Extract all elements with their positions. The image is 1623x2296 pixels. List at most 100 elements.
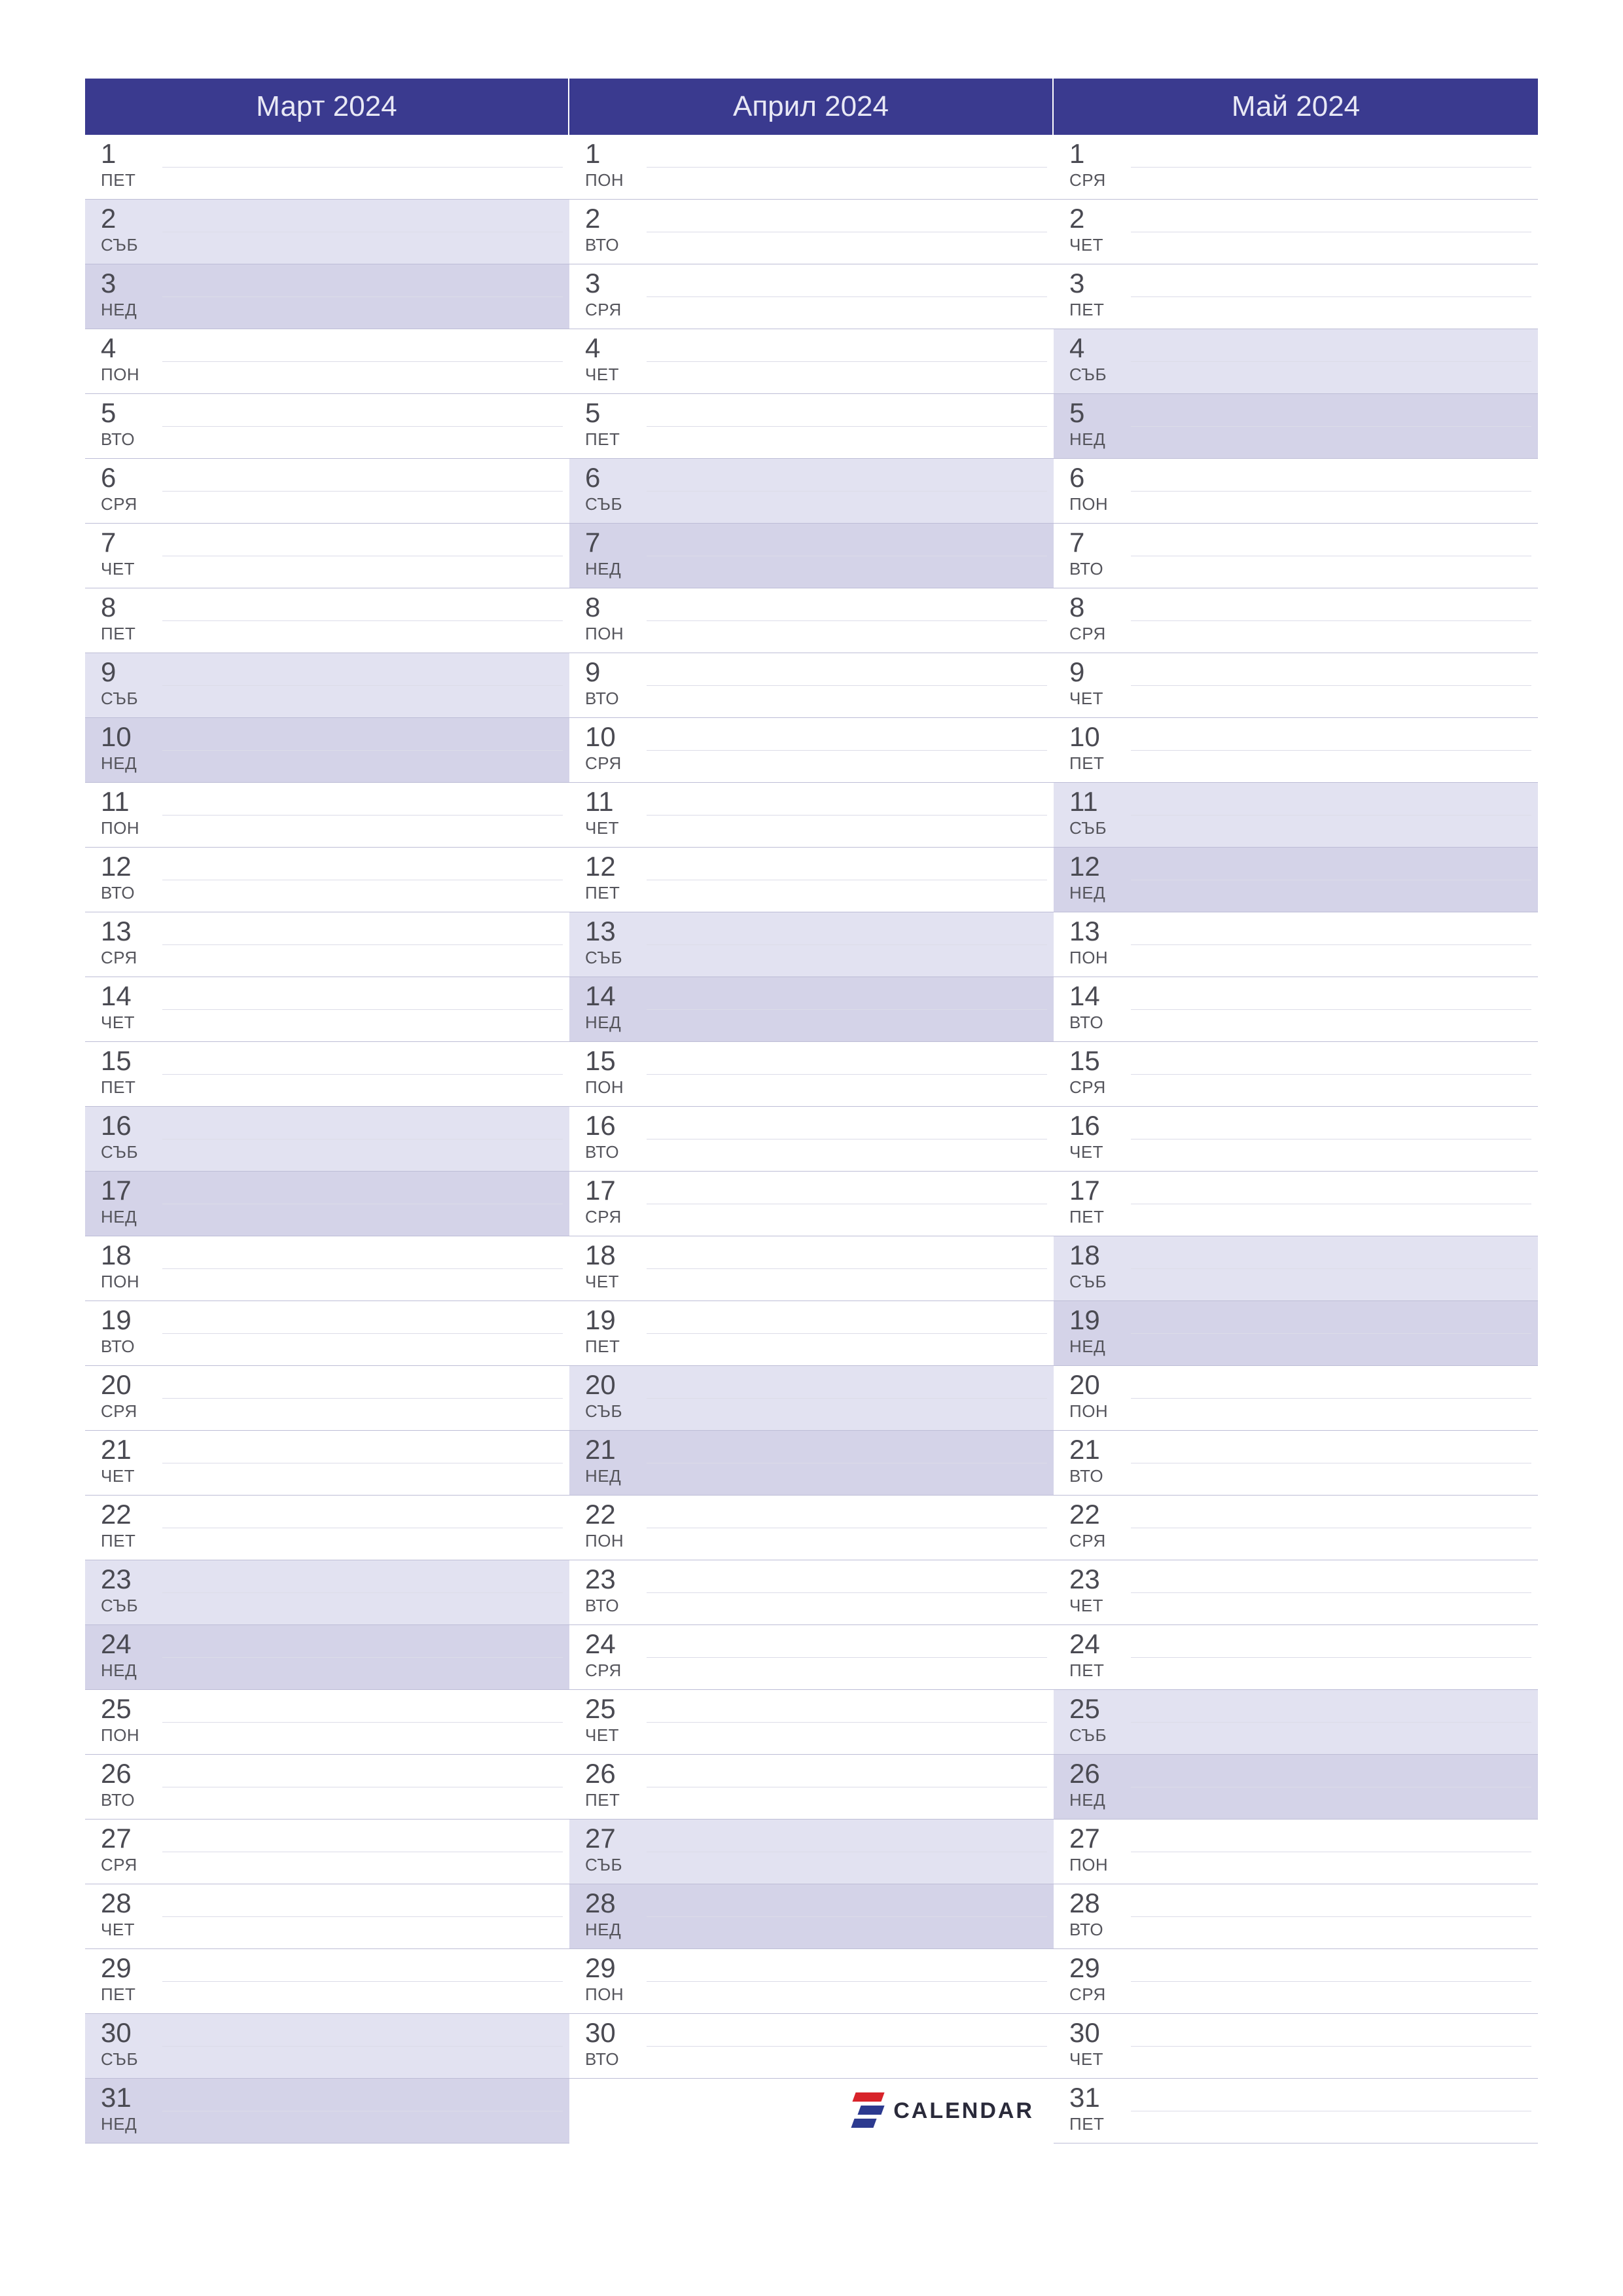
day-cell: 31НЕД bbox=[85, 2079, 569, 2144]
day-number: 28 bbox=[1069, 1890, 1525, 1917]
day-cell: 27СРЯ bbox=[85, 1820, 569, 1884]
day-name: ЧЕТ bbox=[1069, 689, 1525, 709]
day-cell: 16СЪБ bbox=[85, 1107, 569, 1172]
day-cell: 24СРЯ bbox=[569, 1625, 1054, 1690]
day-cell: 27ПОН bbox=[1054, 1820, 1538, 1884]
day-name: ПЕТ bbox=[585, 1336, 1041, 1357]
day-cell: 29ПОН bbox=[569, 1949, 1054, 2014]
day-cell: 25СЪБ bbox=[1054, 1690, 1538, 1755]
day-name: СРЯ bbox=[585, 300, 1041, 320]
day-number: 25 bbox=[585, 1695, 1041, 1723]
day-cell: 9ЧЕТ bbox=[1054, 653, 1538, 718]
day-cell: 7ЧЕТ bbox=[85, 524, 569, 588]
day-cell: 4ЧЕТ bbox=[569, 329, 1054, 394]
day-cell: 19НЕД bbox=[1054, 1301, 1538, 1366]
calendar-grid: Март 20241ПЕТ2СЪБ3НЕД4ПОН5ВТО6СРЯ7ЧЕТ8ПЕ… bbox=[85, 79, 1538, 2144]
note-line bbox=[1131, 361, 1531, 362]
day-cell: 13СЪБ bbox=[569, 912, 1054, 977]
day-cell: 24ПЕТ bbox=[1054, 1625, 1538, 1690]
note-line bbox=[647, 944, 1047, 945]
day-number: 31 bbox=[101, 2084, 556, 2111]
note-line bbox=[1131, 944, 1531, 945]
day-number: 10 bbox=[1069, 723, 1525, 751]
day-number: 24 bbox=[101, 1630, 556, 1658]
day-cell: 18ЧЕТ bbox=[569, 1236, 1054, 1301]
note-line bbox=[162, 1333, 563, 1334]
day-name: ПОН bbox=[1069, 948, 1525, 968]
day-number: 28 bbox=[101, 1890, 556, 1917]
note-line bbox=[647, 296, 1047, 297]
note-line bbox=[1131, 1398, 1531, 1399]
note-line bbox=[162, 1722, 563, 1723]
day-name: ВТО bbox=[585, 689, 1041, 709]
day-number: 7 bbox=[585, 529, 1041, 556]
day-name: СЪБ bbox=[101, 689, 556, 709]
day-number: 3 bbox=[585, 270, 1041, 297]
day-cell: 5ПЕТ bbox=[569, 394, 1054, 459]
day-number: 12 bbox=[585, 853, 1041, 880]
day-cell: 26ВТО bbox=[85, 1755, 569, 1820]
day-cell: 19ПЕТ bbox=[569, 1301, 1054, 1366]
day-name: СРЯ bbox=[1069, 1077, 1525, 1098]
day-cell: 8ПЕТ bbox=[85, 588, 569, 653]
note-line bbox=[162, 620, 563, 621]
day-name: СРЯ bbox=[585, 753, 1041, 774]
day-name: ЧЕТ bbox=[101, 1920, 556, 1940]
day-number: 17 bbox=[101, 1177, 556, 1204]
day-number: 9 bbox=[101, 658, 556, 686]
note-line bbox=[162, 944, 563, 945]
day-cell: 5ВТО bbox=[85, 394, 569, 459]
day-name: ПЕТ bbox=[101, 1077, 556, 1098]
day-cell: 28НЕД bbox=[569, 1884, 1054, 1949]
day-cell: 8СРЯ bbox=[1054, 588, 1538, 653]
note-line bbox=[647, 1074, 1047, 1075]
note-line bbox=[162, 1268, 563, 1269]
day-number: 13 bbox=[585, 918, 1041, 945]
day-cell: 4ПОН bbox=[85, 329, 569, 394]
day-cell: 7ВТО bbox=[1054, 524, 1538, 588]
day-number: 15 bbox=[1069, 1047, 1525, 1075]
day-cell: 13СРЯ bbox=[85, 912, 569, 977]
seven-icon bbox=[850, 2092, 887, 2129]
note-line bbox=[162, 815, 563, 816]
day-name: ВТО bbox=[585, 2049, 1041, 2070]
day-name: ВТО bbox=[1069, 1013, 1525, 1033]
day-cell: 22ПОН bbox=[569, 1496, 1054, 1560]
day-name: СЪБ bbox=[585, 494, 1041, 514]
day-name: ВТО bbox=[585, 235, 1041, 255]
day-cell: 6СРЯ bbox=[85, 459, 569, 524]
month-column: Април 20241ПОН2ВТО3СРЯ4ЧЕТ5ПЕТ6СЪБ7НЕД8П… bbox=[569, 79, 1054, 2144]
note-line bbox=[162, 685, 563, 686]
day-number: 25 bbox=[101, 1695, 556, 1723]
day-cell: 20СРЯ bbox=[85, 1366, 569, 1431]
day-number: 3 bbox=[1069, 270, 1525, 297]
day-name: ВТО bbox=[101, 1790, 556, 1810]
day-number: 28 bbox=[585, 1890, 1041, 1917]
note-line bbox=[1131, 1981, 1531, 1982]
day-cell: 9ВТО bbox=[569, 653, 1054, 718]
day-name: ПЕТ bbox=[1069, 1660, 1525, 1681]
day-cell: 15ПОН bbox=[569, 1042, 1054, 1107]
day-name: НЕД bbox=[585, 559, 1041, 579]
day-cell: 14ВТО bbox=[1054, 977, 1538, 1042]
day-number: 29 bbox=[1069, 1954, 1525, 1982]
day-cell: 29ПЕТ bbox=[85, 1949, 569, 2014]
day-number: 19 bbox=[101, 1306, 556, 1334]
day-number: 1 bbox=[585, 140, 1041, 168]
day-number: 17 bbox=[1069, 1177, 1525, 1204]
note-line bbox=[647, 491, 1047, 492]
day-cell: 21ВТО bbox=[1054, 1431, 1538, 1496]
day-name: ЧЕТ bbox=[101, 1466, 556, 1486]
day-name: ЧЕТ bbox=[1069, 1142, 1525, 1162]
day-cell: 22СРЯ bbox=[1054, 1496, 1538, 1560]
note-line bbox=[162, 750, 563, 751]
day-name: ПОН bbox=[585, 624, 1041, 644]
day-cell: 25ПОН bbox=[85, 1690, 569, 1755]
day-cell: 16 ЧЕТ bbox=[1054, 1107, 1538, 1172]
day-number: 16 bbox=[1069, 1112, 1525, 1139]
note-line bbox=[1131, 296, 1531, 297]
note-line bbox=[647, 1657, 1047, 1658]
day-name: ВТО bbox=[101, 1336, 556, 1357]
day-cell: 17НЕД bbox=[85, 1172, 569, 1236]
note-line bbox=[162, 167, 563, 168]
